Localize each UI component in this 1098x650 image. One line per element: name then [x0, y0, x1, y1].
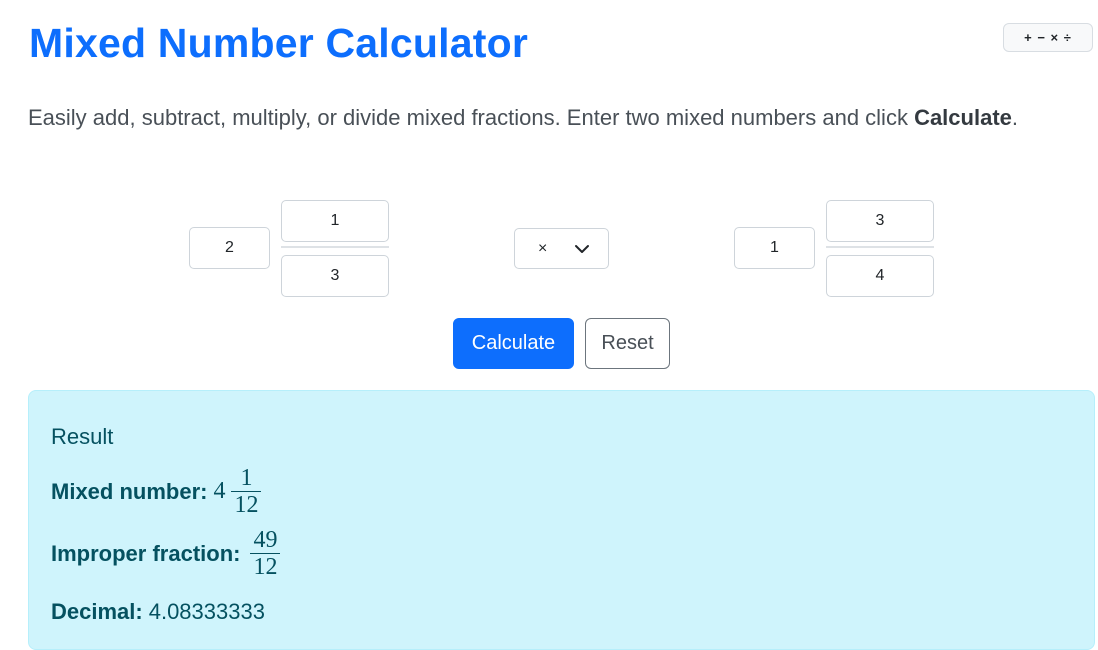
decimal-value: 4.08333333 [148, 599, 265, 624]
chevron-down-icon [575, 245, 589, 253]
improper-fraction: 49 12 [250, 527, 281, 580]
result-heading: Result [51, 424, 114, 449]
operations-badge: + − × ÷ [1003, 23, 1093, 52]
decimal-label: Decimal: [51, 599, 143, 624]
first-numerator-input[interactable]: 1 [281, 200, 389, 242]
mixed-number-label: Mixed number: [51, 478, 208, 504]
improper-numerator: 49 [253, 527, 278, 553]
first-fraction-bar [281, 246, 389, 248]
second-whole-input[interactable]: 1 [734, 227, 815, 269]
improper-fraction-row: Improper fraction: 49 12 [51, 527, 281, 580]
mixed-number-denominator: 12 [234, 492, 259, 518]
page-title: Mixed Number Calculator [29, 20, 528, 66]
description-bold: Calculate [914, 105, 1012, 130]
result-panel: Result Mixed number: 4 1 12 Improper fra… [28, 390, 1095, 650]
reset-button[interactable]: Reset [585, 318, 670, 369]
second-denominator-input[interactable]: 4 [826, 255, 934, 297]
mixed-number-fraction: 1 12 [231, 465, 262, 518]
operator-selected-value: × [538, 239, 548, 257]
mixed-number-whole: 4 [213, 478, 226, 504]
mixed-number-numerator: 1 [240, 465, 253, 491]
first-whole-input[interactable]: 2 [189, 227, 270, 269]
first-denominator-input[interactable]: 3 [281, 255, 389, 297]
second-fraction-bar [826, 246, 934, 248]
description-text: Easily add, subtract, multiply, or divid… [28, 105, 915, 130]
description-end: . [1011, 105, 1019, 130]
page-description: Easily add, subtract, multiply, or divid… [28, 96, 1028, 139]
improper-denominator: 12 [253, 554, 278, 580]
operator-select[interactable]: × [514, 228, 609, 269]
improper-fraction-label: Improper fraction: [51, 540, 241, 566]
decimal-row: Decimal: 4.08333333 [51, 599, 265, 625]
second-numerator-input[interactable]: 3 [826, 200, 934, 242]
calculate-button[interactable]: Calculate [453, 318, 574, 369]
mixed-number-row: Mixed number: 4 1 12 [51, 465, 262, 518]
